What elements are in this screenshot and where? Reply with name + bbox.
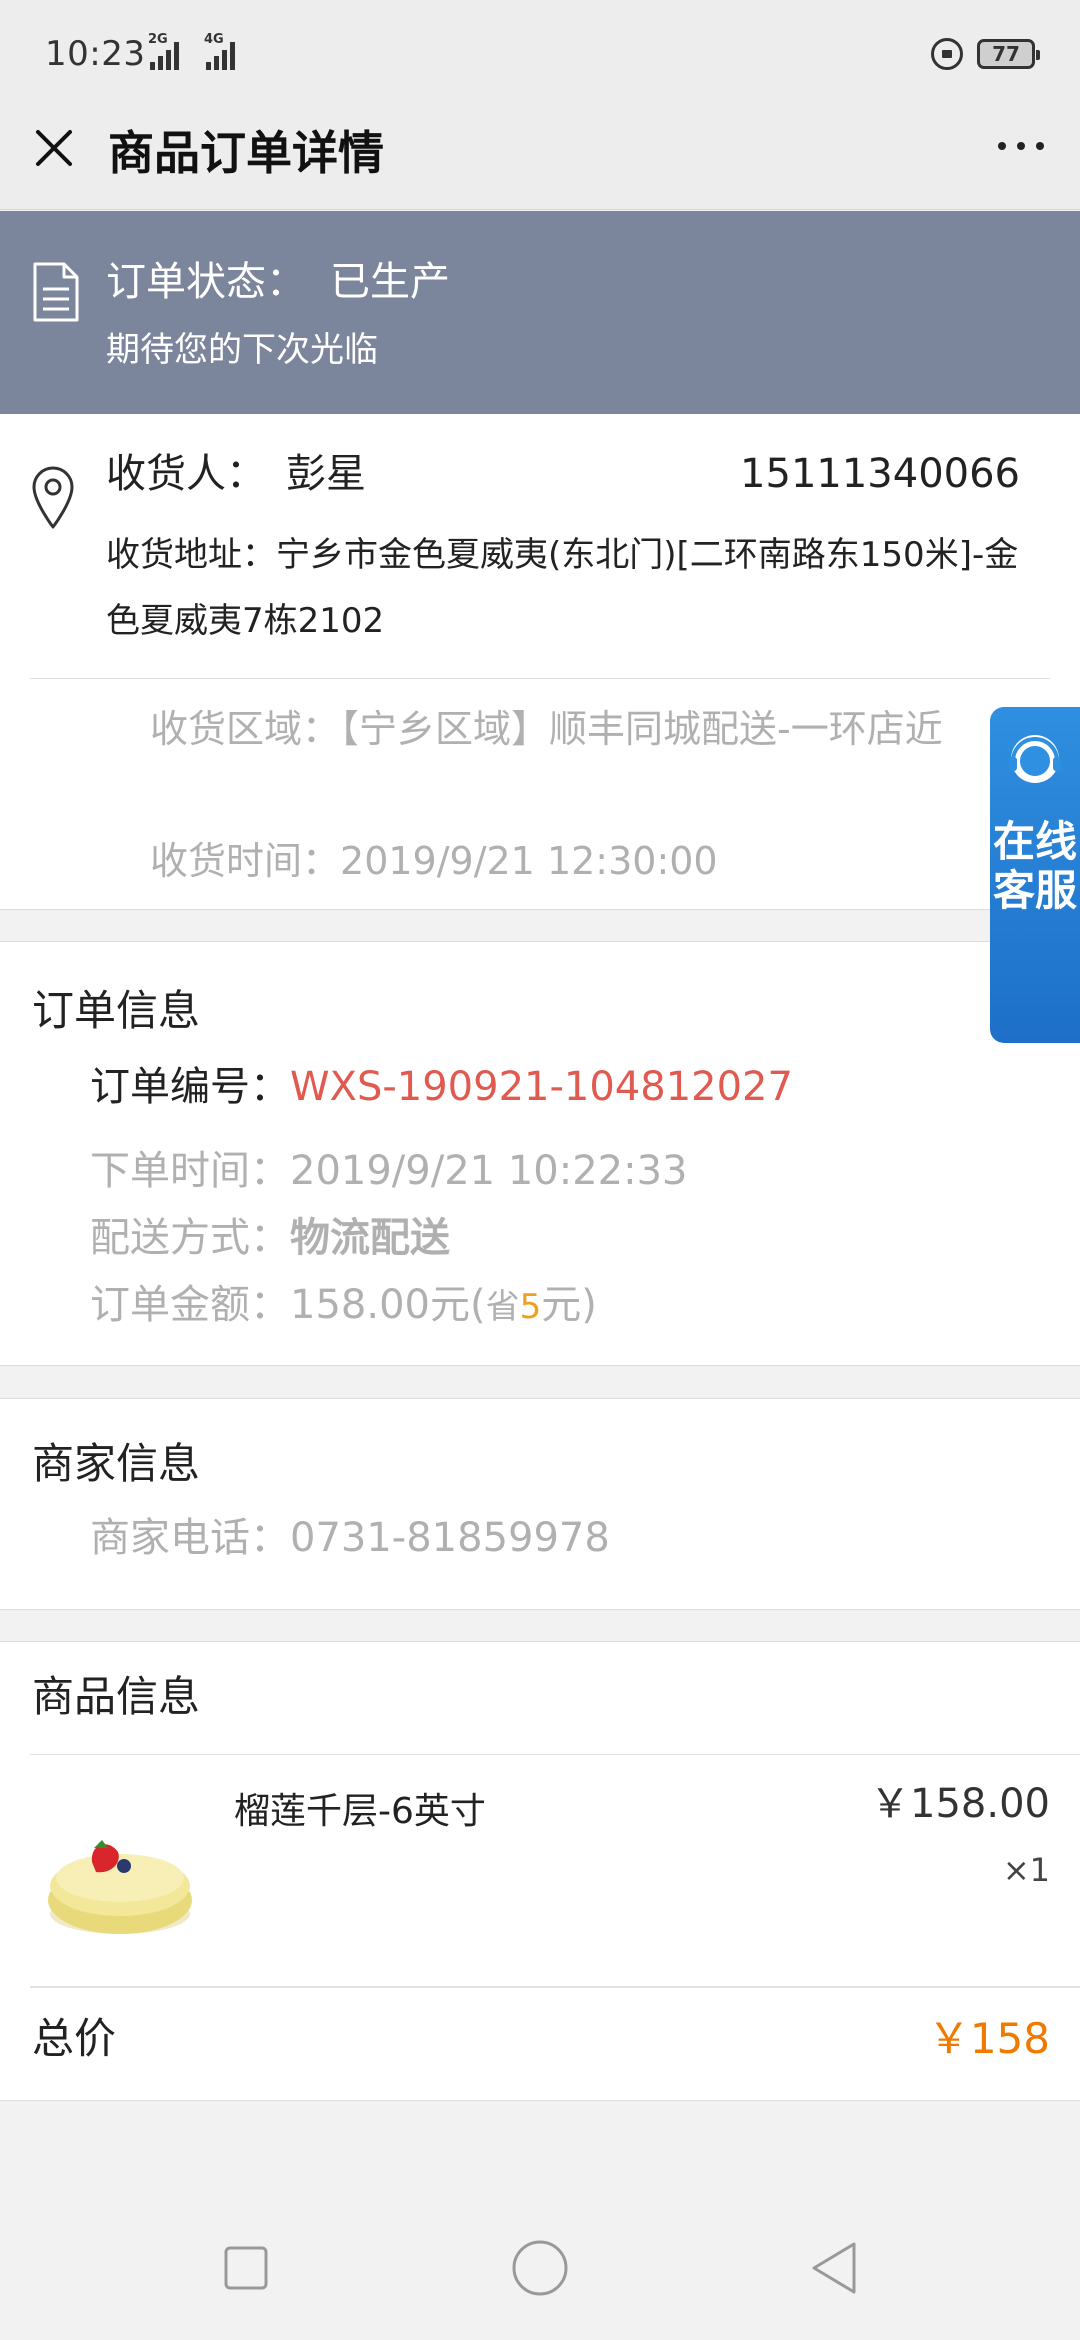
location-pin-icon [32, 466, 74, 529]
order-status-subtitle: 期待您的下次光临 [106, 330, 378, 370]
product-image [32, 1782, 208, 1958]
delivery-method: 配送方式：物流配送 [90, 1205, 450, 1271]
order-status-label: 订单状态： [106, 259, 306, 305]
receiver-name: 彭星 [286, 451, 366, 497]
area-label: 收货区域： [150, 707, 341, 751]
battery-icon: 77 [977, 39, 1040, 69]
back-icon[interactable] [804, 2238, 864, 2298]
delivery-method-label: 配送方式： [90, 1215, 290, 1261]
order-placed-label: 下单时间： [90, 1148, 290, 1194]
order-status-banner: 订单状态： 已生产 期待您的下次光临 [0, 211, 1080, 414]
address-card: 收货人： 彭星 15111340066 收货地址：宁乡市金色夏威夷(东北门)[二环… [0, 414, 1080, 910]
rotation-lock-icon [931, 38, 963, 70]
save-open: ( [469, 1282, 486, 1328]
goods-info-title: 商品信息 [32, 1672, 201, 1721]
divider [30, 1754, 1080, 1755]
total-label: 总价 [32, 2014, 117, 2063]
save-label: 省 [485, 1287, 520, 1327]
merchant-info-card: 商家信息 商家电话：0731-81859978 [0, 1398, 1080, 1610]
delivery-time-value: 2019/9/21 12:30:00 [340, 839, 718, 883]
order-info-card: 订单信息 订单编号：WXS-190921-104812027 下单时间：2019… [0, 941, 1080, 1366]
system-nav-bar [0, 2190, 1080, 2340]
home-icon[interactable] [510, 2238, 570, 2298]
receiver-label: 收货人： [106, 451, 266, 497]
divider [30, 678, 1050, 679]
signal-4g-icon: 4G [198, 32, 244, 72]
customer-service-label: 在线客服 [992, 817, 1077, 915]
page-title: 商品订单详情 [108, 126, 384, 180]
status-time: 10:23 [45, 34, 146, 74]
order-info-title: 订单信息 [32, 986, 201, 1035]
document-icon [33, 262, 79, 322]
order-number-label: 订单编号： [90, 1064, 290, 1110]
order-amount-value: 158.00元 [290, 1282, 470, 1328]
order-number-value[interactable]: WXS-190921-104812027 [290, 1064, 793, 1110]
product-name: 榴莲千层-6英寸 [234, 1791, 486, 1832]
area-value: 【宁乡区域】顺丰同城配送-一环店近 [340, 707, 943, 751]
delivery-method-value: 物流配送 [290, 1215, 450, 1261]
goods-info-card: 商品信息 榴莲千层-6英寸 ￥158.00 ×1 总价 ￥158 [0, 1641, 1080, 2101]
delivery-time-label: 收货时间： [150, 839, 341, 883]
close-icon[interactable] [34, 128, 74, 168]
title-bar: 商品订单详情 [0, 108, 1080, 210]
status-bar: 10:23 2G 4G 77 [0, 0, 1080, 108]
receiver-line: 收货人： 彭星 [106, 442, 366, 506]
order-status-value: 已生产 [330, 259, 450, 305]
save-value: 5 [519, 1287, 542, 1327]
merchant-phone: 商家电话：0731-81859978 [90, 1505, 610, 1571]
merchant-phone-value[interactable]: 0731-81859978 [290, 1515, 610, 1561]
receiver-phone: 15111340066 [740, 451, 1020, 497]
delivery-address: 收货地址：宁乡市金色夏威夷(东北门)[二环南路东150米]-金色夏威夷7栋210… [106, 522, 1026, 654]
customer-service-button[interactable]: 在线客服 [990, 707, 1080, 1043]
delivery-time: 收货时间：2019/9/21 12:30:00 [150, 828, 718, 894]
divider [30, 1986, 1080, 1988]
product-quantity: ×1 [1002, 1851, 1050, 1889]
merchant-phone-label: 商家电话： [90, 1515, 290, 1561]
signal-2g-label: 2G [148, 32, 168, 47]
signal-4g-label: 4G [204, 32, 224, 47]
delivery-area: 收货区域：【宁乡区域】顺丰同城配送-一环店近 [150, 696, 990, 762]
more-icon[interactable] [996, 134, 1046, 158]
recent-apps-icon[interactable] [216, 2238, 276, 2298]
total-value: ￥158 [927, 2014, 1050, 2063]
order-amount: 订单金额：158.00元(省5元) [90, 1272, 597, 1340]
save-unit: 元) [541, 1282, 597, 1328]
order-placed-value: 2019/9/21 10:22:33 [290, 1148, 688, 1194]
headset-icon [1009, 735, 1061, 783]
merchant-info-title: 商家信息 [32, 1439, 201, 1488]
order-amount-label: 订单金额： [90, 1282, 290, 1328]
order-placed-time: 下单时间：2019/9/21 10:22:33 [90, 1138, 687, 1204]
product-price: ￥158.00 [870, 1781, 1050, 1827]
order-status: 订单状态： 已生产 [106, 253, 450, 311]
address-label: 收货地址： [106, 535, 276, 575]
signal-2g-icon: 2G [148, 32, 184, 72]
order-number: 订单编号：WXS-190921-104812027 [90, 1054, 793, 1120]
